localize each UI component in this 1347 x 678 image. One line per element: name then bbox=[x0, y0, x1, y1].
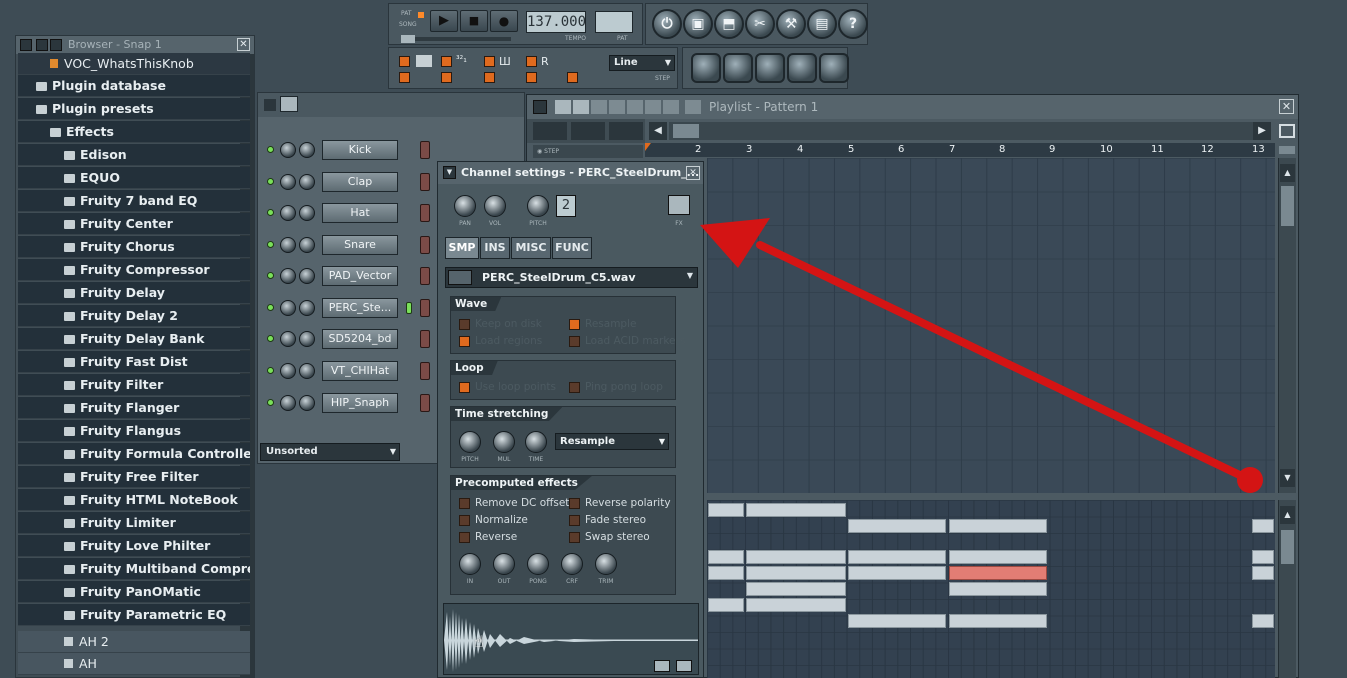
annotation-arrow bbox=[700, 218, 1263, 493]
